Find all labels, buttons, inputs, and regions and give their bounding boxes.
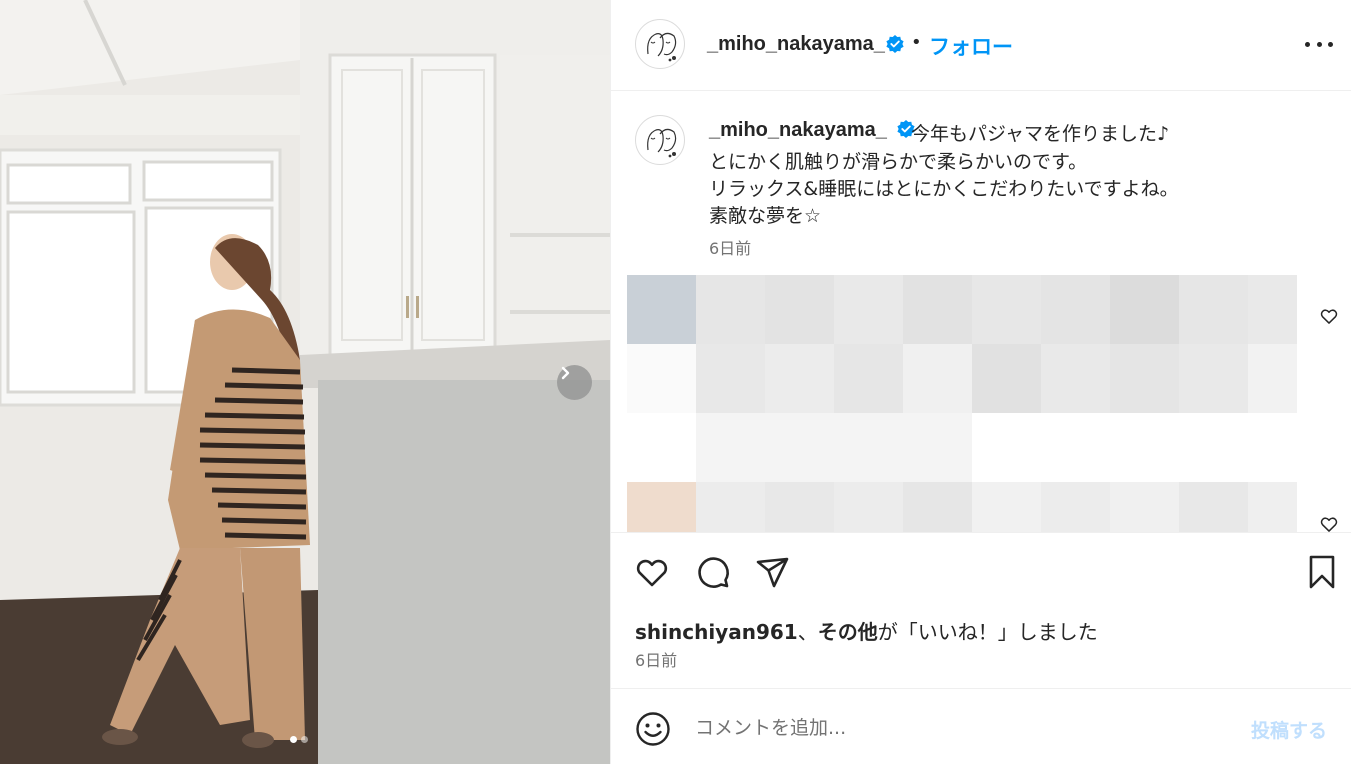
pixel-cell	[696, 344, 765, 413]
pixel-cell	[1248, 344, 1297, 413]
pixel-cell	[834, 275, 903, 344]
pixel-cell	[627, 344, 696, 413]
pixel-cell	[972, 275, 1041, 344]
liker-username-link[interactable]: shinchiyan961	[635, 620, 798, 644]
pixel-cell	[627, 275, 696, 344]
comment-like-heart-icon[interactable]	[1319, 306, 1339, 326]
photo-illustration	[0, 0, 610, 764]
verified-badge-icon	[886, 35, 904, 53]
username-link[interactable]: _miho_nakayama_	[707, 33, 885, 56]
comment-bar: 投稿する	[611, 688, 1351, 764]
pixel-cell	[1248, 275, 1297, 344]
pixel-cell	[1179, 275, 1248, 344]
action-bar	[611, 532, 1351, 612]
caption-line-4: 素敵な夢を☆	[709, 205, 822, 227]
pixel-cell	[696, 413, 972, 482]
comments-scroll-area[interactable]: _miho_nakayama_ 今年もパジャマを作りました♪ とにかく肌触りが滑…	[611, 92, 1351, 532]
post-photo	[0, 0, 610, 764]
caption-line-1: 今年もパジャマを作りました♪	[911, 123, 1170, 145]
caption-line-3: リラックス&睡眠にはとにかくこだわりたいですよね。	[709, 178, 1179, 200]
follow-button[interactable]: フォロー	[929, 31, 1013, 61]
post-comment-button[interactable]: 投稿する	[1251, 716, 1327, 743]
pixelated-comments	[627, 275, 1297, 532]
carousel-dot	[301, 736, 308, 743]
likes-suffix: が「いいね！」しました	[877, 620, 1098, 644]
heart-icon[interactable]	[633, 553, 671, 591]
pixel-cell	[972, 344, 1041, 413]
pixel-cell	[1110, 482, 1179, 532]
chevron-right-icon	[561, 366, 570, 380]
pixel-cell	[903, 482, 972, 532]
pixel-cell	[1179, 482, 1248, 532]
pixel-cell	[834, 482, 903, 532]
avatar-illustration	[647, 128, 677, 158]
pixel-cell	[696, 275, 765, 344]
carousel-indicator	[290, 736, 308, 743]
pixel-cell	[1179, 344, 1248, 413]
post-timestamp[interactable]: 6日前	[635, 647, 677, 671]
comment-bubble-icon[interactable]	[694, 553, 732, 591]
likes-separator: 、	[797, 620, 818, 644]
pixel-cell	[765, 482, 834, 532]
separator-dot: •	[911, 32, 922, 53]
pixel-cell	[696, 482, 765, 532]
pixel-cell	[765, 344, 834, 413]
pixel-cell	[1041, 344, 1110, 413]
post-header: _miho_nakayama_ • フォロー	[611, 0, 1351, 91]
post-side-panel: _miho_nakayama_ • フォロー _miho_nakayama_ 今…	[610, 0, 1351, 764]
comment-input[interactable]	[695, 713, 1215, 743]
likes-others-link[interactable]: その他	[818, 620, 878, 644]
caption-line-2: とにかく肌触りが滑らかで柔らかいのです。	[709, 151, 1088, 173]
pixel-cell	[765, 275, 834, 344]
pixel-cell	[903, 275, 972, 344]
carousel-dot-active	[290, 736, 297, 743]
pixel-cell	[627, 482, 696, 532]
caption-author: _miho_nakayama_	[709, 119, 916, 142]
avatar[interactable]	[635, 19, 685, 69]
pixel-cell	[1248, 482, 1297, 532]
likes-summary: shinchiyan961、その他が「いいね！」しました	[635, 616, 1098, 645]
avatar-illustration	[647, 32, 677, 62]
comment-like-heart-icon[interactable]	[1319, 514, 1339, 532]
caption-username-link[interactable]: _miho_nakayama_	[709, 119, 887, 141]
more-horizontal-icon	[1305, 41, 1310, 47]
next-slide-button[interactable]	[557, 365, 592, 400]
bookmark-icon[interactable]	[1303, 553, 1341, 591]
pixel-cell	[972, 482, 1041, 532]
pixel-cell	[834, 344, 903, 413]
caption-timestamp: 6日前	[709, 239, 752, 258]
caption-avatar[interactable]	[635, 115, 685, 165]
pixel-cell	[1110, 344, 1179, 413]
pixel-cell	[1110, 275, 1179, 344]
more-options-button[interactable]	[1305, 34, 1333, 54]
smiley-icon[interactable]	[635, 711, 671, 747]
paper-plane-icon[interactable]	[754, 553, 792, 591]
pixel-cell	[903, 344, 972, 413]
pixel-cell	[1041, 482, 1110, 532]
pixel-cell	[1041, 275, 1110, 344]
